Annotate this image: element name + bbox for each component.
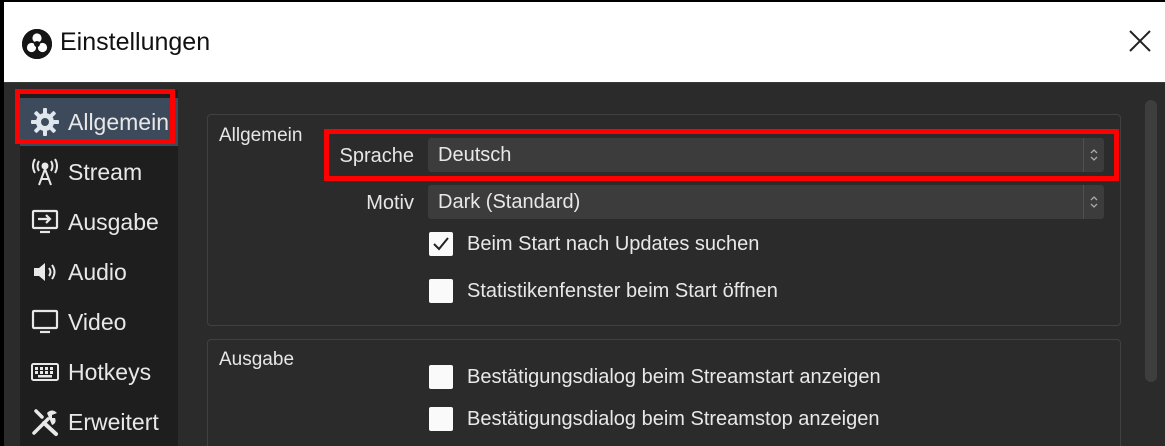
confirm-streamstop-label: Bestätigungsdialog beim Streamstop anzei… (467, 407, 880, 430)
updown-arrows-icon (1083, 185, 1104, 219)
theme-select[interactable]: Dark (Standard) (428, 185, 1104, 219)
title-bar: Einstellungen (4, 2, 1165, 83)
language-select[interactable]: Deutsch (428, 138, 1104, 172)
sidebar-item-ausgabe[interactable]: Ausgabe (20, 198, 178, 246)
sidebar-item-stream[interactable]: Stream (20, 148, 178, 196)
vertical-scrollbar[interactable] (1145, 100, 1157, 382)
stats-window-label: Statistikenfenster beim Start öffnen (467, 279, 778, 302)
confirm-streamstart-checkbox[interactable]: Bestätigungsdialog beim Streamstart anze… (429, 363, 881, 391)
sidebar-item-label: Audio (68, 258, 127, 285)
confirm-streamstart-label: Bestätigungsdialog beim Streamstart anze… (467, 365, 881, 388)
window-title: Einstellungen (60, 28, 211, 56)
sidebar-item-label: Stream (68, 158, 143, 185)
check-updates-checkbox[interactable]: Beim Start nach Updates suchen (429, 230, 759, 258)
tools-icon (28, 407, 62, 437)
close-icon (1129, 30, 1151, 52)
sidebar-item-video[interactable]: Video (20, 298, 178, 346)
sidebar-item-label: Allgemein (68, 108, 169, 135)
sidebar-item-erweitert[interactable]: Erweitert (20, 398, 178, 446)
checkbox-checked[interactable] (429, 232, 453, 256)
settings-sidebar: Allgemein Stream Ausgabe Audio Video Hot… (20, 90, 178, 446)
monitor-icon (28, 307, 62, 337)
sidebar-item-label: Video (68, 308, 127, 335)
checkbox-unchecked[interactable] (429, 279, 453, 303)
antenna-icon (28, 157, 62, 187)
sidebar-item-label: Hotkeys (68, 358, 152, 385)
checkmark-icon (433, 237, 449, 251)
gear-icon (28, 107, 62, 137)
sidebar-item-hotkeys[interactable]: Hotkeys (20, 348, 178, 396)
sidebar-item-allgemein[interactable]: Allgemein (20, 98, 178, 146)
sidebar-item-label: Ausgabe (68, 208, 159, 235)
sidebar-item-label: Erweitert (68, 408, 159, 435)
theme-value: Dark (Standard) (438, 191, 581, 213)
output-icon (28, 207, 62, 237)
theme-label: Motiv (366, 192, 414, 214)
checkbox-unchecked[interactable] (429, 365, 453, 389)
settings-window: Einstellungen Allgemein Stream Ausgabe A… (4, 2, 1165, 446)
general-group-title: Allgemein (219, 125, 303, 146)
obs-logo-icon (22, 29, 52, 59)
check-updates-label: Beim Start nach Updates suchen (467, 232, 760, 255)
checkbox-unchecked[interactable] (429, 407, 453, 431)
output-group-title: Ausgabe (219, 349, 295, 370)
language-label: Sprache (339, 145, 415, 167)
language-value: Deutsch (438, 144, 512, 166)
keyboard-icon (28, 357, 62, 387)
speaker-icon (28, 257, 62, 287)
confirm-streamstop-checkbox[interactable]: Bestätigungsdialog beim Streamstop anzei… (429, 405, 879, 433)
stats-window-checkbox[interactable]: Statistikenfenster beim Start öffnen (429, 277, 778, 305)
updown-arrows-icon (1083, 138, 1104, 172)
sidebar-item-audio[interactable]: Audio (20, 248, 178, 296)
close-button[interactable] (1121, 22, 1159, 60)
